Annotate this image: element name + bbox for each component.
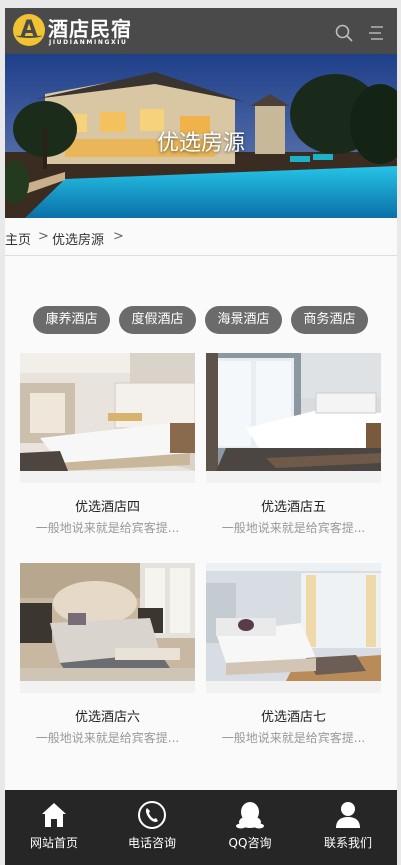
logo[interactable]: A xyxy=(13,14,45,46)
tag-haijing[interactable]: 海景酒店 xyxy=(205,306,282,334)
nav-home[interactable]: 网站首页 xyxy=(5,790,103,865)
nav-phone[interactable]: 电话咨询 xyxy=(103,790,201,865)
hotel-photo[interactable] xyxy=(20,353,195,471)
nav-qq[interactable]: QQ咨询 xyxy=(201,790,299,865)
tag-dujia[interactable]: 度假酒店 xyxy=(119,306,196,334)
nav-qq-label: QQ咨询 xyxy=(228,836,272,850)
search-icon xyxy=(335,24,353,42)
breadcrumb: 主页 > 优选房源 > xyxy=(5,226,397,256)
user-icon xyxy=(336,802,360,828)
page-frame: A 酒店民宿 JIUDIANMINGXIU 优选房源 主页 > 优选房源 > 康… xyxy=(5,8,397,865)
hotel-card[interactable]: 优选酒店六 一般地说来就是给宾客提... xyxy=(20,563,195,753)
banner-title: 优选房源 xyxy=(156,131,245,156)
nav-contact-label: 联系我们 xyxy=(323,836,372,850)
breadcrumb-home[interactable]: 主页 xyxy=(5,229,31,248)
card-title[interactable]: 优选酒店七 xyxy=(206,706,381,725)
tag-kangyang[interactable]: 康养酒店 xyxy=(33,306,110,334)
hotel-card[interactable]: 优选酒店七 一般地说来就是给宾客提... xyxy=(206,563,381,753)
card-description: 一般地说来就是给宾客提... xyxy=(221,521,366,535)
nav-home-label: 网站首页 xyxy=(29,836,78,850)
home-icon xyxy=(42,803,66,827)
brand-subtitle: JIUDIANMINGXIU xyxy=(49,39,128,46)
card-description: 一般地说来就是给宾客提... xyxy=(221,731,366,745)
hotel-photo[interactable] xyxy=(206,563,381,681)
breadcrumb-current[interactable]: 优选房源 xyxy=(52,229,104,248)
hotel-card[interactable]: 优选酒店五 一般地说来就是给宾客提... xyxy=(206,353,381,543)
breadcrumb-separator: > xyxy=(38,229,49,244)
qq-icon xyxy=(236,802,264,829)
hotel-photo[interactable] xyxy=(20,563,195,681)
search-button[interactable] xyxy=(334,23,354,43)
card-strip xyxy=(206,681,381,693)
phone-icon xyxy=(138,801,166,829)
card-strip xyxy=(206,471,381,483)
card-strip xyxy=(20,681,195,693)
banner: 优选房源 xyxy=(5,54,397,218)
nav-contact[interactable]: 联系我们 xyxy=(299,790,397,865)
bottom-nav: 网站首页 电话咨询 QQ咨询 联系我们 xyxy=(5,790,397,865)
logo-letter: A xyxy=(20,17,38,42)
card-strip xyxy=(20,471,195,483)
logo-swoosh xyxy=(16,33,42,38)
tag-shangwu[interactable]: 商务酒店 xyxy=(291,306,368,334)
card-title[interactable]: 优选酒店五 xyxy=(206,496,381,515)
hotel-card[interactable]: 优选酒店四 一般地说来就是给宾客提... xyxy=(20,353,195,543)
menu-button[interactable] xyxy=(366,23,386,43)
card-description: 一般地说来就是给宾客提... xyxy=(35,521,180,535)
header: A 酒店民宿 JIUDIANMINGXIU xyxy=(5,8,397,54)
category-tags: 康养酒店 度假酒店 海景酒店 商务酒店 xyxy=(5,306,397,336)
card-title[interactable]: 优选酒店六 xyxy=(20,706,195,725)
card-description: 一般地说来就是给宾客提... xyxy=(35,731,180,745)
card-title[interactable]: 优选酒店四 xyxy=(20,496,195,515)
brand-name[interactable]: 酒店民宿 xyxy=(48,13,132,42)
nav-phone-label: 电话咨询 xyxy=(127,836,176,850)
menu-icon xyxy=(369,26,383,40)
breadcrumb-separator: > xyxy=(113,229,124,244)
hotel-photo[interactable] xyxy=(206,353,381,471)
